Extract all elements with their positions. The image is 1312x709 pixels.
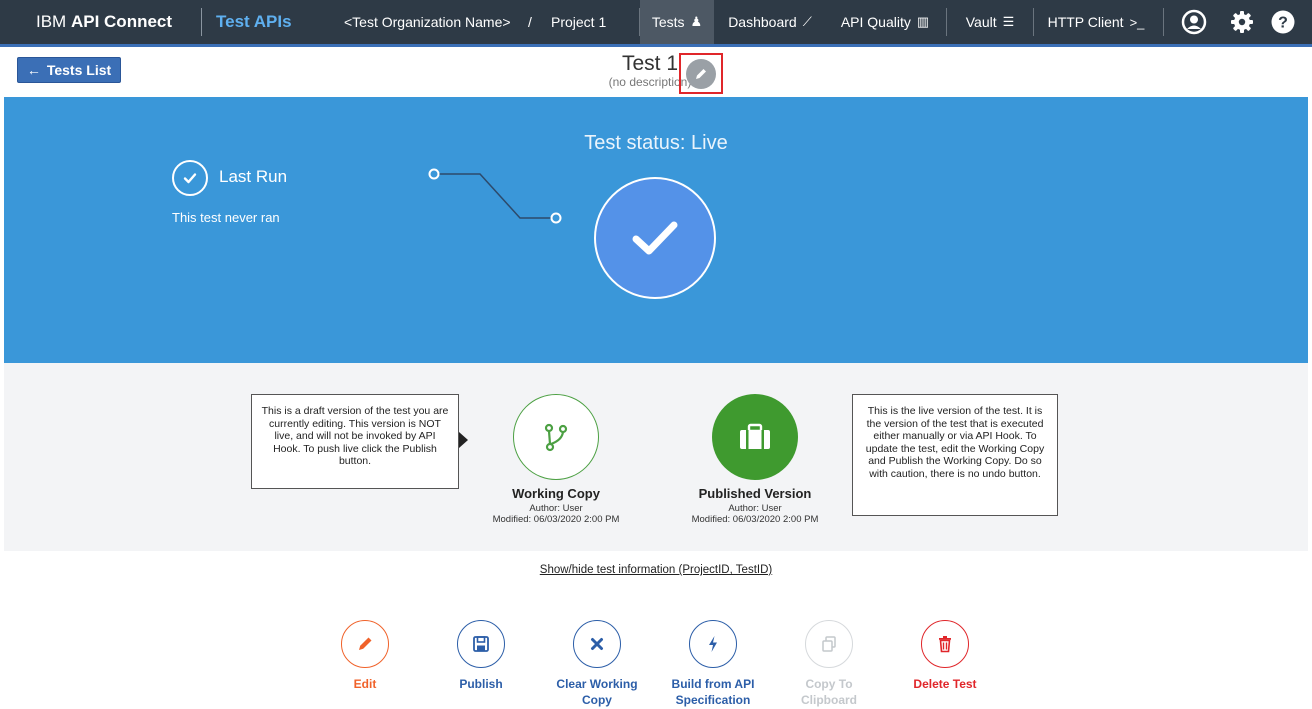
breadcrumb-project[interactable]: Project 1 <box>551 14 606 30</box>
brand-divider <box>201 8 202 36</box>
edit-title-button[interactable] <box>686 59 716 89</box>
working-copy-button[interactable] <box>513 394 599 480</box>
nav-tab-dashboard[interactable]: Dashboard ⟋ <box>716 0 824 44</box>
working-copy-author: Author: User <box>529 503 583 514</box>
copy-to-clipboard-label: Copy To Clipboard <box>801 676 857 708</box>
arrow-left-icon: ← <box>26 62 41 78</box>
header-accent-line <box>0 44 1312 47</box>
nav-tab-api-quality[interactable]: API Quality ▥ <box>828 0 942 44</box>
pencil-icon <box>359 637 372 650</box>
breadcrumb-separator: / <box>528 14 532 30</box>
breadcrumb-organization[interactable]: <Test Organization Name> <box>344 14 511 30</box>
branch-icon <box>544 423 568 452</box>
published-version-name: Published Version <box>698 486 812 501</box>
show-hide-test-info-link[interactable]: Show/hide test information (ProjectID, T… <box>0 564 1312 576</box>
flask-icon: ♟ <box>690 14 703 29</box>
clear-working-copy-label-line-1: Clear Working <box>556 677 638 691</box>
clear-working-copy-circle <box>573 620 621 668</box>
publish-label-line: Publish <box>459 677 503 691</box>
build-from-api-spec-label-line-1: Build from API <box>671 677 755 691</box>
bar-chart-icon: ▥ <box>916 14 930 29</box>
nav-tab-label: HTTP Client <box>1047 14 1124 30</box>
nav-tab-label: Tests <box>651 14 685 30</box>
published-version-modified: Modified: 06/03/2020 2:00 PM <box>691 514 819 525</box>
nav-tab-label: API Quality <box>840 14 911 30</box>
terminal-icon: >_ <box>1129 14 1145 30</box>
brand-prefix: IBM <box>36 12 67 31</box>
build-from-api-spec-label: Build from API Specification <box>672 676 755 708</box>
copy-to-clipboard-label-line-1: Copy To <box>805 677 853 691</box>
brand-logo[interactable]: IBM API Connect <box>36 12 172 32</box>
callout-arrow <box>459 432 468 448</box>
brand-name: API Connect <box>70 12 173 31</box>
copy-icon <box>822 636 836 652</box>
save-icon <box>473 636 489 652</box>
app-name[interactable]: Test APIs <box>216 12 292 32</box>
build-from-api-spec-circle <box>689 620 737 668</box>
clear-working-copy-label: Clear Working Copy <box>556 676 637 708</box>
close-icon <box>591 638 603 650</box>
build-from-api-spec-button[interactable]: Build from API Specification <box>658 620 768 708</box>
last-run-status-text: This test never ran <box>172 210 280 225</box>
edit-button-circle <box>341 620 389 668</box>
svg-text:?: ? <box>1278 15 1288 32</box>
nav-tab-label: Dashboard <box>728 14 797 30</box>
publish-button[interactable]: Publish <box>426 620 536 692</box>
delete-test-label-line: Delete Test <box>913 677 977 691</box>
pencil-icon <box>696 69 706 79</box>
delete-test-button[interactable]: Delete Test <box>890 620 1000 692</box>
nav-divider <box>1163 8 1164 36</box>
briefcase-icon <box>740 423 770 449</box>
draft-version-note: This is a draft version of the test you … <box>251 394 459 489</box>
working-copy-modified: Modified: 06/03/2020 2:00 PM <box>492 514 620 525</box>
top-navigation-bar: IBM API Connect Test APIs <Test Organiza… <box>0 0 1312 44</box>
delete-test-label: Delete Test <box>913 676 976 692</box>
test-status-heading: Test status: Live <box>584 132 728 154</box>
edit-label: Edit <box>354 676 377 692</box>
clear-working-copy-button[interactable]: Clear Working Copy <box>542 620 652 708</box>
live-version-note: This is the live version of the test. It… <box>852 394 1058 516</box>
line-chart-icon: ⟋ <box>802 14 812 29</box>
tests-list-label: Tests List <box>46 62 112 78</box>
database-icon: ☰ <box>1002 14 1015 29</box>
copy-to-clipboard-circle <box>805 620 853 668</box>
nav-tab-http-client[interactable]: HTTP Client >_ <box>1040 0 1152 44</box>
help-icon[interactable]: ? <box>1269 8 1297 36</box>
copy-to-clipboard-label-line-2: Clipboard <box>801 693 857 707</box>
nav-tab-vault[interactable]: Vault ☰ <box>950 0 1030 44</box>
published-version-author: Author: User <box>728 503 782 514</box>
nav-divider <box>1033 8 1034 36</box>
published-version-button[interactable] <box>712 394 798 480</box>
working-copy-name: Working Copy <box>512 486 600 501</box>
lightning-icon <box>709 636 717 652</box>
last-run-label: Last Run <box>219 167 288 186</box>
nav-divider <box>946 8 947 36</box>
delete-test-circle <box>921 620 969 668</box>
build-from-api-spec-label-line-2: Specification <box>675 693 751 707</box>
nav-tab-tests[interactable]: Tests ♟ <box>640 0 714 44</box>
publish-button-circle <box>457 620 505 668</box>
nav-tab-label: Vault <box>965 14 997 30</box>
trash-icon <box>939 636 951 653</box>
edit-label-line: Edit <box>353 677 377 691</box>
edit-button[interactable]: Edit <box>310 620 420 692</box>
user-icon[interactable] <box>1180 8 1208 36</box>
copy-to-clipboard-button[interactable]: Copy To Clipboard <box>774 620 884 708</box>
last-run-check-icon <box>172 160 208 196</box>
clear-working-copy-label-line-2: Copy <box>581 693 612 707</box>
gear-icon[interactable] <box>1228 8 1256 36</box>
tests-list-button[interactable]: ← Tests List <box>17 57 121 83</box>
publish-label: Publish <box>459 676 502 692</box>
live-status-check-icon <box>594 177 716 299</box>
